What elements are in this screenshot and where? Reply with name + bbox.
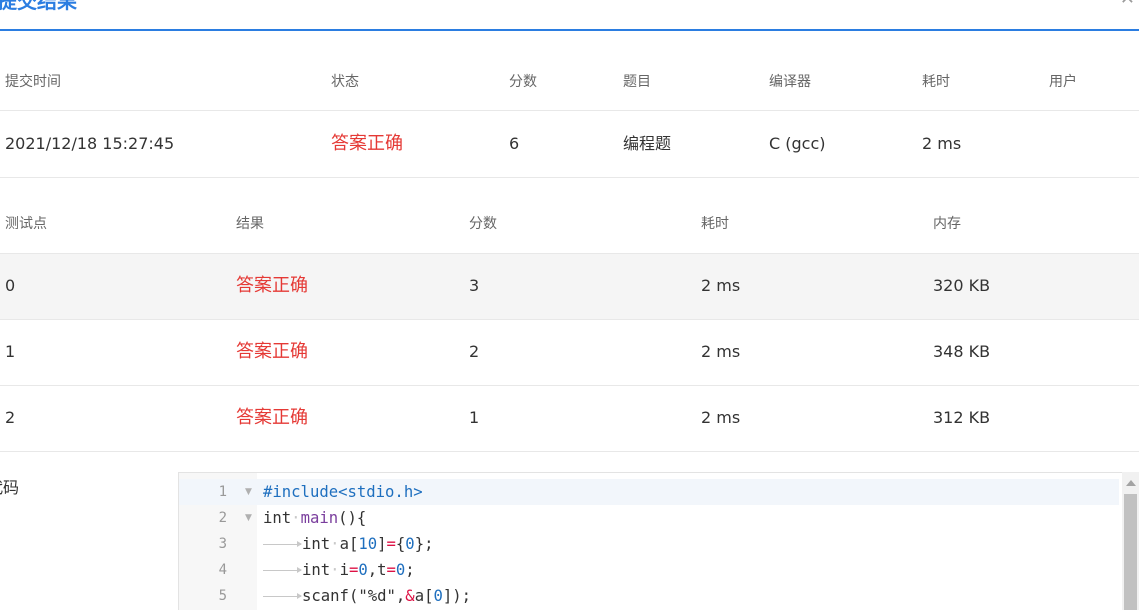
summary-header-duration: 耗时 — [922, 74, 950, 90]
case-score: 1 — [469, 408, 480, 427]
cases-header-time: 耗时 — [701, 216, 729, 232]
summary-header-score: 分数 — [509, 74, 537, 90]
case-score: 2 — [469, 342, 480, 361]
code-scrollbar[interactable] — [1122, 472, 1139, 610]
line-number: 2 — [218, 510, 227, 526]
line-number: 1 — [218, 484, 227, 500]
scroll-up-arrow-icon[interactable] — [1126, 480, 1136, 486]
case-memory: 348 KB — [933, 342, 991, 361]
cases-header-score: 分数 — [469, 216, 497, 232]
code-text: #include<stdio.h> — [263, 483, 423, 501]
line-number: 5 — [218, 588, 227, 604]
case-score: 3 — [469, 276, 480, 295]
total-duration: 2 ms — [922, 134, 962, 153]
problem-link[interactable]: 编程题 — [623, 111, 671, 177]
case-result: 答案正确 — [236, 407, 308, 428]
summary-header-problem: 题目 — [623, 74, 651, 90]
table-row: 0 答案正确 3 2 ms 320 KB — [0, 254, 1139, 320]
code-text: int·i=0,t=0; — [263, 557, 415, 583]
case-memory: 312 KB — [933, 408, 991, 427]
code-editor[interactable]: 1 ▼ #include<stdio.h> 2 ▼ int·main(){ 3 … — [178, 472, 1139, 610]
line-number: 3 — [218, 536, 227, 552]
case-time: 2 ms — [701, 342, 741, 361]
summary-header-status: 状态 — [331, 74, 359, 90]
submit-time: 2021/12/18 15:27:45 — [5, 134, 175, 153]
status-badge: 答案正确 — [331, 133, 403, 154]
case-time: 2 ms — [701, 408, 741, 427]
case-id: 0 — [5, 276, 16, 295]
code-line: 3 int·a[10]={0}; — [179, 531, 1119, 557]
cases-header-id: 测试点 — [5, 216, 47, 232]
table-row: 1 答案正确 2 2 ms 348 KB — [0, 320, 1139, 386]
summary-header-row: 提交时间 状态 分数 题目 编译器 耗时 用户 — [0, 55, 1139, 111]
case-id: 1 — [5, 342, 16, 361]
cases-header-row: 测试点 结果 分数 耗时 内存 — [0, 196, 1139, 254]
total-score: 6 — [509, 134, 520, 153]
compiler-name: C (gcc) — [769, 134, 826, 153]
code-line: 4 int·i=0,t=0; — [179, 557, 1119, 583]
table-row: 2 答案正确 1 2 ms 312 KB — [0, 386, 1139, 452]
case-id: 2 — [5, 408, 16, 427]
code-line: 1 ▼ #include<stdio.h> — [179, 479, 1119, 505]
fold-arrow-icon[interactable]: ▼ — [245, 479, 252, 505]
dialog-title: 提交结果 — [0, 0, 77, 13]
close-icon[interactable]: ✕ — [1120, 0, 1135, 9]
code-line: 2 ▼ int·main(){ — [179, 505, 1119, 531]
cases-header-result: 结果 — [236, 216, 264, 232]
case-memory: 320 KB — [933, 276, 991, 295]
summary-header-user: 用户 — [1049, 74, 1077, 90]
summary-row: 2021/12/18 15:27:45 答案正确 6 编程题 C (gcc) 2… — [0, 111, 1139, 178]
case-result: 答案正确 — [236, 341, 308, 362]
code-text: int·main(){ — [263, 509, 367, 527]
scroll-thumb[interactable] — [1124, 494, 1137, 610]
code-label: 代码 — [0, 478, 20, 497]
cases-header-memory: 内存 — [933, 216, 961, 232]
fold-arrow-icon[interactable]: ▼ — [245, 505, 252, 531]
summary-header-compiler: 编译器 — [769, 74, 811, 90]
summary-header-time: 提交时间 — [5, 74, 61, 90]
line-number: 4 — [218, 562, 227, 578]
case-time: 2 ms — [701, 276, 741, 295]
case-result: 答案正确 — [236, 275, 308, 296]
code-text: scanf("%d",&a[0]); — [263, 583, 471, 609]
code-text: int·a[10]={0}; — [263, 531, 433, 557]
dialog-header: 提交结果 ✕ — [0, 0, 1139, 31]
code-line: 5 scanf("%d",&a[0]); — [179, 583, 1119, 609]
